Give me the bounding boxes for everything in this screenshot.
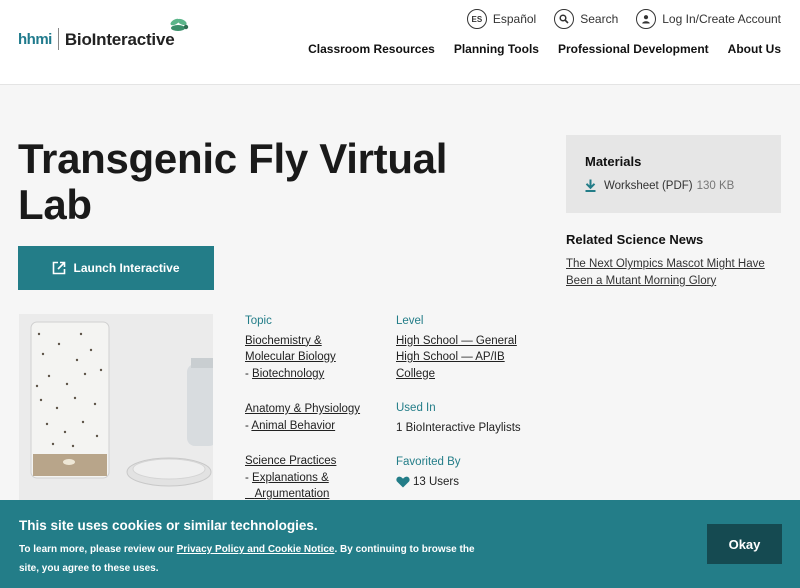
page-title: Transgenic Fly Virtual Lab bbox=[18, 135, 448, 228]
login-link[interactable]: Log In/Create Account bbox=[636, 9, 781, 29]
topic-label: Topic bbox=[245, 315, 272, 327]
cookie-banner: This site uses cookies or similar techno… bbox=[0, 500, 800, 588]
download-icon bbox=[585, 179, 596, 192]
cookie-text: To learn more, please review our Privacy… bbox=[19, 544, 475, 574]
level-college-link[interactable]: College bbox=[396, 368, 435, 380]
level-hs-general-link[interactable]: High School — General bbox=[396, 335, 517, 347]
topic-anatomy-link[interactable]: Anatomy & Physiology bbox=[245, 403, 360, 415]
materials-heading: Materials bbox=[585, 154, 642, 169]
fly-vials-illustration bbox=[19, 314, 213, 504]
nav-planning-tools[interactable]: Planning Tools bbox=[454, 42, 539, 56]
lab-thumbnail-image bbox=[19, 314, 213, 504]
language-icon: ES bbox=[466, 9, 487, 29]
language-label: Español bbox=[492, 12, 537, 26]
site-header: hhmi BioInteractive ES Español Search Lo… bbox=[0, 0, 800, 85]
worksheet-label: Worksheet (PDF) bbox=[604, 179, 693, 192]
favorited-value: 13 Users bbox=[413, 475, 460, 488]
logo-brand: BioInteractive bbox=[64, 30, 175, 49]
materials-panel: Materials Worksheet (PDF) 130 KB bbox=[566, 135, 781, 213]
favorited-row[interactable]: 13 Users bbox=[396, 474, 546, 491]
level-hs-apib-link[interactable]: High School — AP/IB bbox=[396, 351, 505, 363]
launch-interactive-button[interactable]: Launch Interactive bbox=[18, 246, 214, 290]
nav-about-us[interactable]: About Us bbox=[728, 42, 781, 56]
worksheet-download-link[interactable]: Worksheet (PDF) 130 KB bbox=[585, 179, 762, 192]
fly-logo-icon bbox=[170, 18, 189, 31]
topic-biotechnology-link[interactable]: Biotechnology bbox=[252, 368, 324, 380]
favorited-label: Favorited By bbox=[396, 456, 461, 468]
search-link[interactable]: Search bbox=[554, 9, 618, 29]
logo-hhmi: hhmi bbox=[18, 31, 52, 48]
main-nav: Classroom Resources Planning Tools Profe… bbox=[289, 42, 781, 56]
level-label: Level bbox=[396, 315, 424, 327]
privacy-policy-link[interactable]: Privacy Policy and Cookie Notice bbox=[177, 544, 335, 555]
topic-biochemistry-link[interactable]: Biochemistry & Molecular Biology bbox=[245, 335, 336, 364]
worksheet-size: 130 KB bbox=[696, 179, 735, 192]
search-icon bbox=[554, 9, 575, 29]
heart-icon bbox=[396, 476, 410, 488]
launch-label: Launch Interactive bbox=[73, 261, 180, 275]
language-link[interactable]: ES Español bbox=[466, 9, 537, 29]
cookie-heading: This site uses cookies or similar techno… bbox=[19, 518, 318, 533]
topic-explanations-link[interactable]: Explanations & Argumentation bbox=[245, 472, 329, 501]
external-link-icon bbox=[53, 261, 66, 275]
topic-animal-behavior-link[interactable]: Animal Behavior bbox=[251, 420, 335, 432]
related-news-link[interactable]: The Next Olympics Mascot Might Have Been … bbox=[566, 256, 781, 289]
site-logo[interactable]: hhmi BioInteractive bbox=[18, 18, 189, 58]
nav-professional-development[interactable]: Professional Development bbox=[558, 42, 709, 56]
used-in-label: Used In bbox=[396, 402, 436, 414]
used-in-value: 1 BioInteractive Playlists bbox=[396, 421, 521, 434]
topic-science-practices-link[interactable]: Science Practices bbox=[245, 455, 336, 467]
user-icon bbox=[636, 9, 657, 29]
search-label: Search bbox=[580, 12, 619, 26]
related-news-heading: Related Science News bbox=[566, 232, 704, 247]
topic-section: Topic Biochemistry & Molecular Biology - … bbox=[245, 313, 380, 503]
level-section: Level High School — General High School … bbox=[396, 313, 546, 490]
cookie-okay-button[interactable]: Okay bbox=[707, 524, 782, 564]
nav-classroom-resources[interactable]: Classroom Resources bbox=[308, 42, 435, 56]
logo-divider bbox=[57, 28, 59, 50]
login-label: Log In/Create Account bbox=[662, 12, 781, 26]
utility-nav: ES Español Search Log In/Create Account bbox=[449, 9, 781, 29]
